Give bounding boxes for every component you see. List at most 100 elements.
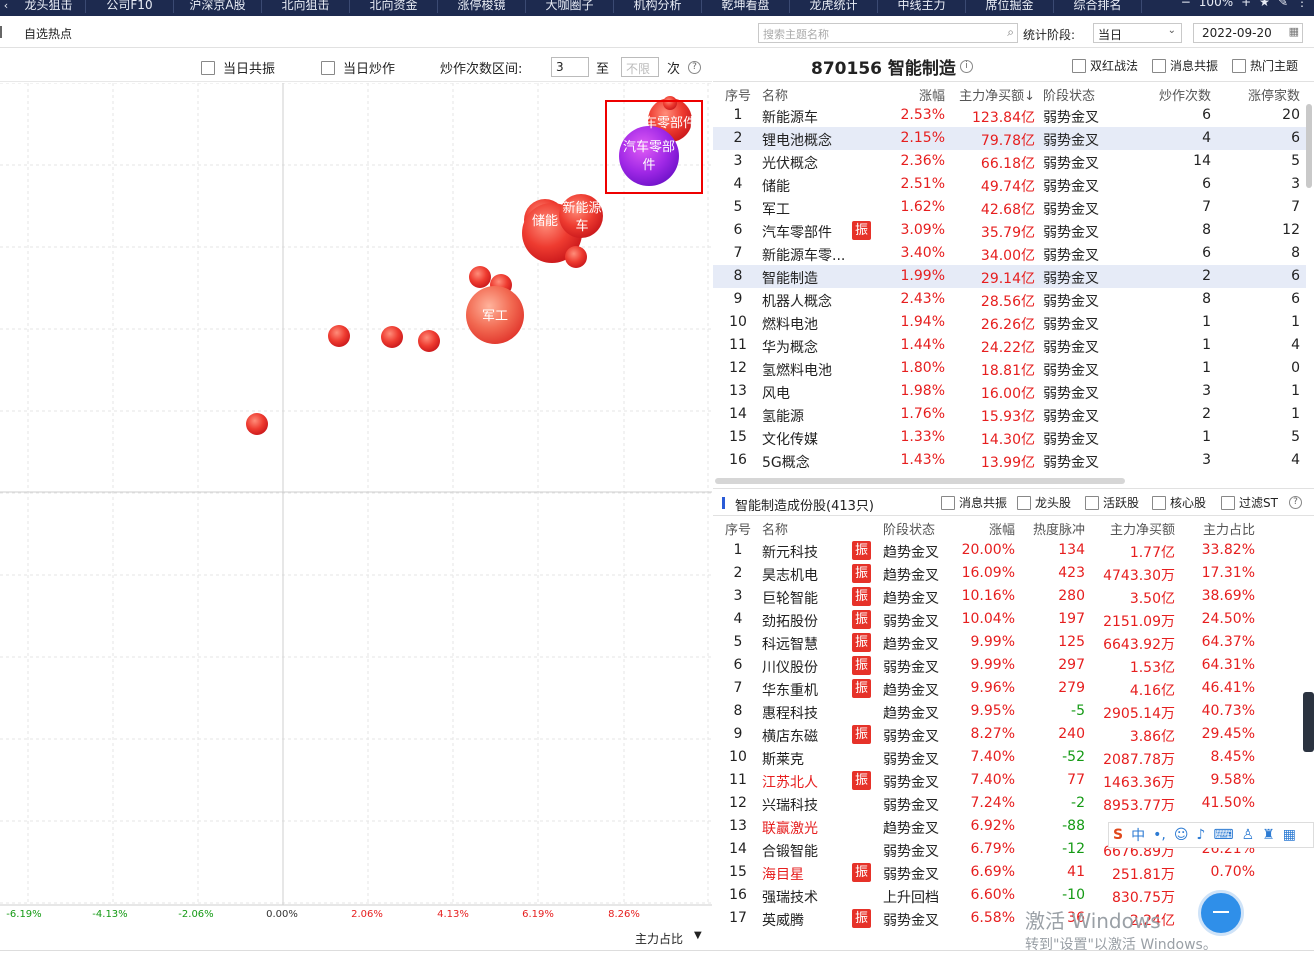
- emoji-icon[interactable]: ☺: [1174, 827, 1189, 843]
- table-row[interactable]: 11 江苏北人 弱势金叉 7.40% 77 1463.36万 9.58% 振: [713, 769, 1306, 792]
- column-header[interactable]: 序号: [718, 519, 758, 538]
- table-row[interactable]: 12 兴瑞科技 弱势金叉 7.24% -2 8953.77万 41.50%: [713, 792, 1306, 815]
- table-row[interactable]: 4 劲拓股份 弱势金叉 10.04% 197 2151.09万 24.50% 振: [713, 608, 1306, 631]
- resonance-badge[interactable]: 振: [852, 863, 871, 882]
- resonance-checkbox[interactable]: [201, 60, 215, 75]
- user-icon[interactable]: ♙: [1242, 827, 1255, 843]
- table-row[interactable]: 16 5G概念 1.43% 13.99亿 弱势金叉 3 4: [713, 449, 1306, 472]
- stock-opt-core[interactable]: 核心股: [1152, 494, 1206, 511]
- nav-tab[interactable]: 北向资金: [350, 0, 438, 13]
- nav-tab[interactable]: 涨停梭镜: [438, 0, 526, 13]
- nav-left-arrow-icon[interactable]: ‹: [0, 0, 12, 12]
- theme-search-input[interactable]: 搜索主题名称 ⌕: [758, 23, 1018, 43]
- hot-theme-checkbox[interactable]: [1232, 58, 1246, 73]
- nav-tab[interactable]: 综合排名: [1054, 0, 1142, 13]
- nav-tab[interactable]: 机构分析: [614, 0, 702, 13]
- resonance-badge[interactable]: 振: [852, 587, 871, 606]
- nav-tab[interactable]: 中线主力: [878, 0, 966, 13]
- stock-leader-checkbox[interactable]: [1017, 495, 1031, 510]
- concept-bubble[interactable]: [663, 96, 677, 110]
- concept-horizontal-scrollbar[interactable]: [715, 478, 1125, 484]
- x-axis-selector-label[interactable]: 主力占比: [635, 930, 683, 947]
- stock-opt-active[interactable]: 活跃股: [1085, 494, 1139, 511]
- column-header[interactable]: 阶段状态: [1043, 85, 1119, 104]
- table-row[interactable]: 3 巨轮智能 趋势金叉 10.16% 280 3.50亿 38.69% 振: [713, 585, 1306, 608]
- nav-tab[interactable]: 龙虎统计: [790, 0, 878, 13]
- stock-help-icon[interactable]: ?: [1289, 496, 1302, 509]
- skin-icon[interactable]: ♜: [1262, 827, 1275, 843]
- plus-icon[interactable]: +: [1241, 0, 1251, 9]
- resonance-badge[interactable]: 振: [852, 656, 871, 675]
- option-news-resonance[interactable]: 消息共振: [1152, 57, 1218, 74]
- help-icon[interactable]: ?: [688, 61, 702, 74]
- table-row[interactable]: 7 华东重机 趋势金叉 9.96% 279 4.16亿 46.41% 振: [713, 677, 1306, 700]
- custom-hotspot-link[interactable]: 自选热点: [24, 25, 72, 42]
- more-icon[interactable]: ⋮: [1296, 0, 1308, 9]
- column-header[interactable]: 涨幅: [879, 85, 945, 104]
- concept-bubble[interactable]: [418, 330, 440, 352]
- pencil-icon[interactable]: ✎: [1278, 0, 1288, 9]
- column-header[interactable]: 阶段状态: [883, 519, 955, 538]
- zoom-minus-icon[interactable]: −: [1181, 0, 1191, 9]
- nav-tab[interactable]: 沪深京A股: [174, 0, 262, 13]
- table-row[interactable]: 1 新能源车 2.53% 123.84亿 弱势金叉 6 20: [713, 104, 1306, 127]
- star-icon[interactable]: ★: [1259, 0, 1270, 9]
- floating-action-button[interactable]: [1198, 890, 1244, 936]
- table-row[interactable]: 8 惠程科技 趋势金叉 9.95% -5 2905.14万 40.73%: [713, 700, 1306, 723]
- news-resonance-checkbox[interactable]: [1152, 58, 1166, 73]
- column-header[interactable]: 热度脉冲: [1023, 519, 1085, 538]
- side-widget-handle[interactable]: [1303, 692, 1314, 752]
- range-from-input[interactable]: 3: [551, 57, 589, 77]
- filter-st-checkbox[interactable]: [1221, 495, 1235, 510]
- stock-opt-news[interactable]: 消息共振: [941, 494, 1007, 511]
- calendar-icon[interactable]: ▦: [1289, 25, 1299, 38]
- concept-vertical-scrollbar[interactable]: [1306, 104, 1312, 188]
- table-row[interactable]: 2 锂电池概念 2.15% 79.78亿 弱势金叉 4 6: [713, 127, 1306, 150]
- concept-bubble[interactable]: [328, 325, 350, 347]
- resonance-badge[interactable]: 振: [852, 610, 871, 629]
- table-row[interactable]: 1 新元科技 趋势金叉 20.00% 134 1.77亿 33.82% 振: [713, 539, 1306, 562]
- stock-core-checkbox[interactable]: [1152, 495, 1166, 510]
- table-row[interactable]: 5 军工 1.62% 42.68亿 弱势金叉 7 7: [713, 196, 1306, 219]
- table-row[interactable]: 10 斯莱克 弱势金叉 7.40% -52 2087.78万 8.45%: [713, 746, 1306, 769]
- table-row[interactable]: 5 科远智慧 趋势金叉 9.99% 125 6643.92万 64.37% 振: [713, 631, 1306, 654]
- resonance-badge[interactable]: 振: [852, 564, 871, 583]
- nav-tab[interactable]: 席位掘金: [966, 0, 1054, 13]
- concept-bubble[interactable]: [381, 326, 403, 348]
- concept-bubble[interactable]: [619, 126, 679, 186]
- resonance-badge[interactable]: 振: [852, 221, 871, 240]
- table-row[interactable]: 15 文化传媒 1.33% 14.30亿 弱势金叉 1 5: [713, 426, 1306, 449]
- search-icon[interactable]: ⌕: [1007, 25, 1014, 40]
- stock-news-checkbox[interactable]: [941, 495, 955, 510]
- stage-select[interactable]: 当日 ⌄: [1093, 23, 1182, 43]
- column-header[interactable]: 名称: [762, 85, 872, 104]
- nav-tab[interactable]: 北向狙击: [262, 0, 350, 13]
- grid-icon[interactable]: ▦: [1283, 827, 1296, 843]
- stock-active-checkbox[interactable]: [1085, 495, 1099, 510]
- nav-tab[interactable]: 大咖圈子: [526, 0, 614, 13]
- double-red-checkbox[interactable]: [1072, 58, 1086, 73]
- table-row[interactable]: 2 昊志机电 趋势金叉 16.09% 423 4743.30万 17.31% 振: [713, 562, 1306, 585]
- column-header[interactable]: 涨幅: [955, 519, 1015, 538]
- table-row[interactable]: 13 风电 1.98% 16.00亿 弱势金叉 3 1: [713, 380, 1306, 403]
- punctuation-icon[interactable]: •,: [1153, 827, 1166, 843]
- table-row[interactable]: 9 机器人概念 2.43% 28.56亿 弱势金叉 8 6: [713, 288, 1306, 311]
- date-picker[interactable]: 2022-09-20 ▦: [1193, 23, 1303, 43]
- resonance-badge[interactable]: 振: [852, 909, 871, 928]
- range-to-input[interactable]: 不限: [621, 57, 659, 77]
- ime-mode-label[interactable]: 中: [1131, 825, 1145, 845]
- filter-hype-today[interactable]: 当日炒作: [321, 58, 395, 77]
- option-hot-theme[interactable]: 热门主题: [1232, 57, 1298, 74]
- hype-today-checkbox[interactable]: [321, 60, 335, 75]
- table-row[interactable]: 7 新能源车零... 3.40% 34.00亿 弱势金叉 6 8: [713, 242, 1306, 265]
- table-row[interactable]: 8 智能制造 1.99% 29.14亿 弱势金叉 2 6: [713, 265, 1306, 288]
- table-row[interactable]: 15 海目星 弱势金叉 6.69% 41 251.81万 0.70% 振: [713, 861, 1306, 884]
- stock-opt-leader[interactable]: 龙头股: [1017, 494, 1071, 511]
- table-row[interactable]: 12 氢燃料电池 1.80% 18.81亿 弱势金叉 1 0: [713, 357, 1306, 380]
- table-row[interactable]: 6 川仪股份 弱势金叉 9.99% 297 1.53亿 64.31% 振: [713, 654, 1306, 677]
- resonance-badge[interactable]: 振: [852, 541, 871, 560]
- stock-opt-filter-st[interactable]: 过滤ST: [1221, 494, 1278, 511]
- table-row[interactable]: 3 光伏概念 2.36% 66.18亿 弱势金叉 14 5: [713, 150, 1306, 173]
- filter-resonance[interactable]: 当日共振: [201, 58, 275, 77]
- column-header[interactable]: 主力净买额: [1093, 519, 1175, 538]
